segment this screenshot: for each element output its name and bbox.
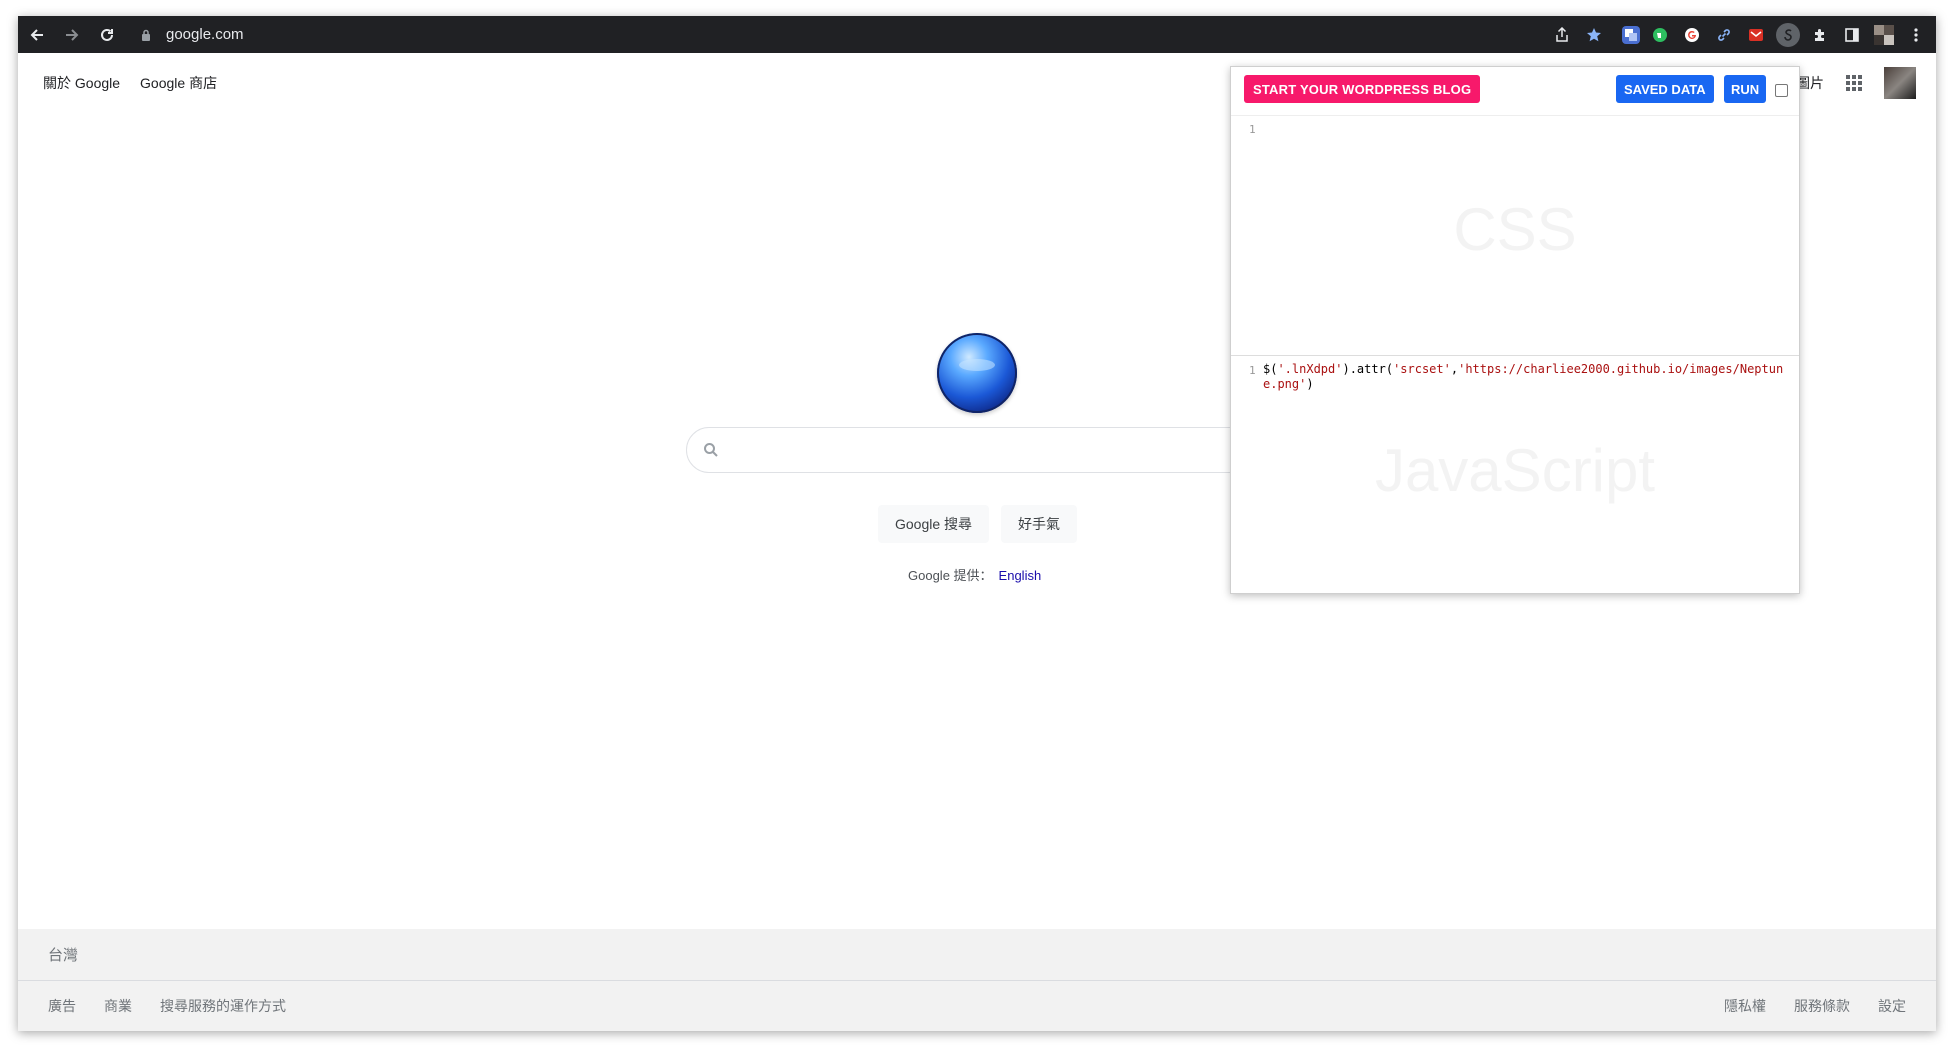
footer-link-privacy[interactable]: 隱私權: [1724, 996, 1766, 1016]
browser-toolbar: google.com: [18, 16, 1936, 53]
address-bar[interactable]: google.com: [126, 20, 1541, 49]
search-icon: [701, 440, 721, 460]
saved-data-button[interactable]: SAVED DATA: [1616, 75, 1714, 103]
css-watermark: CSS: [1453, 196, 1577, 263]
footer-link-settings[interactable]: 設定: [1878, 996, 1906, 1016]
top-right-links: 圖片: [1796, 67, 1916, 99]
lock-icon[interactable]: [138, 27, 154, 43]
code-prefix: $(: [1263, 362, 1278, 376]
account-avatar[interactable]: [1884, 67, 1916, 99]
auto-run-checkbox[interactable]: [1775, 84, 1788, 97]
js-watermark: JavaScript: [1374, 437, 1656, 504]
footer-link-terms[interactable]: 服務條款: [1794, 996, 1850, 1016]
google-store-link[interactable]: Google 商店: [140, 73, 217, 93]
forward-arrow-icon: [66, 28, 79, 41]
popup-header: START YOUR WORDPRESS BLOG SAVED DATA RUN: [1231, 67, 1799, 116]
run-button[interactable]: RUN: [1724, 75, 1767, 103]
reload-button[interactable]: [91, 19, 123, 51]
language-label: Google 提供：: [908, 568, 993, 583]
share-icon[interactable]: [1550, 23, 1574, 47]
apps-grid-icon[interactable]: [1842, 71, 1866, 95]
back-button[interactable]: [21, 19, 53, 51]
search-input[interactable]: [731, 429, 1271, 471]
evernote-extension-icon[interactable]: [1648, 23, 1672, 47]
css-editor[interactable]: 1 CSS: [1231, 115, 1799, 356]
js-line-number: 1: [1249, 364, 1256, 377]
footer-left-links: 廣告 商業 搜尋服務的運作方式: [48, 996, 286, 1016]
footer-right-links: 隱私權 服務條款 設定: [1724, 996, 1906, 1016]
english-language-link[interactable]: English: [999, 568, 1042, 583]
js-code-line[interactable]: $('.lnXdpd').attr('srcset','https://char…: [1263, 362, 1793, 392]
translate-extension-icon[interactable]: [1622, 25, 1640, 44]
code-selector-string: '.lnXdpd': [1277, 362, 1343, 376]
forward-button[interactable]: [56, 19, 88, 51]
puzzle-icon[interactable]: [1808, 23, 1832, 47]
images-link[interactable]: 圖片: [1796, 73, 1824, 93]
javascript-editor[interactable]: 1 JavaScript $('.lnXdpd').attr('srcset',…: [1231, 356, 1799, 593]
google-extension-icon[interactable]: [1680, 23, 1704, 47]
language-offer: Google 提供： English: [908, 565, 1041, 584]
footer-link-business[interactable]: 商業: [104, 996, 132, 1016]
url-text[interactable]: google.com: [166, 26, 244, 43]
footer: 台灣 廣告 商業 搜尋服務的運作方式 隱私權 服務條款 設定: [18, 929, 1936, 1031]
search-box[interactable]: [686, 427, 1272, 473]
footer-links: 廣告 商業 搜尋服務的運作方式 隱私權 服務條款 設定: [18, 981, 1936, 1031]
browser-window: google.com 關於 Google Google 商店 圖片 Google…: [18, 16, 1936, 1031]
code-mid: ).attr(: [1342, 362, 1394, 376]
footer-link-ads[interactable]: 廣告: [48, 996, 76, 1016]
reload-icon: [101, 28, 113, 41]
css-js-injector-popup: START YOUR WORDPRESS BLOG SAVED DATA RUN…: [1230, 66, 1800, 594]
search-buttons: Google 搜尋 好手氣: [878, 505, 1078, 543]
css-js-injector-extension-icon[interactable]: [1776, 22, 1800, 47]
more-menu-icon[interactable]: [1904, 23, 1928, 47]
top-left-links: 關於 Google Google 商店: [43, 73, 217, 93]
footer-link-how-search-works[interactable]: 搜尋服務的運作方式: [160, 996, 286, 1016]
code-attr-string: 'srcset': [1393, 362, 1451, 376]
code-comma: ,: [1450, 362, 1459, 376]
profile-avatar-icon[interactable]: [1872, 23, 1896, 47]
link-extension-icon[interactable]: [1712, 23, 1736, 47]
css-line-number: 1: [1249, 123, 1256, 136]
neptune-logo-image: [937, 333, 1017, 413]
extensions-area: [1542, 20, 1928, 49]
back-arrow-icon: [30, 28, 43, 41]
side-panel-icon[interactable]: [1840, 23, 1864, 47]
code-suffix: ): [1306, 377, 1314, 391]
about-google-link[interactable]: 關於 Google: [43, 73, 120, 93]
mail-extension-icon[interactable]: [1744, 23, 1768, 47]
start-wordpress-blog-button[interactable]: START YOUR WORDPRESS BLOG: [1244, 75, 1481, 103]
footer-country: 台灣: [18, 929, 1936, 981]
google-search-button[interactable]: Google 搜尋: [878, 505, 990, 543]
feeling-lucky-button[interactable]: 好手氣: [1001, 505, 1078, 543]
bookmark-star-icon[interactable]: [1582, 23, 1606, 47]
